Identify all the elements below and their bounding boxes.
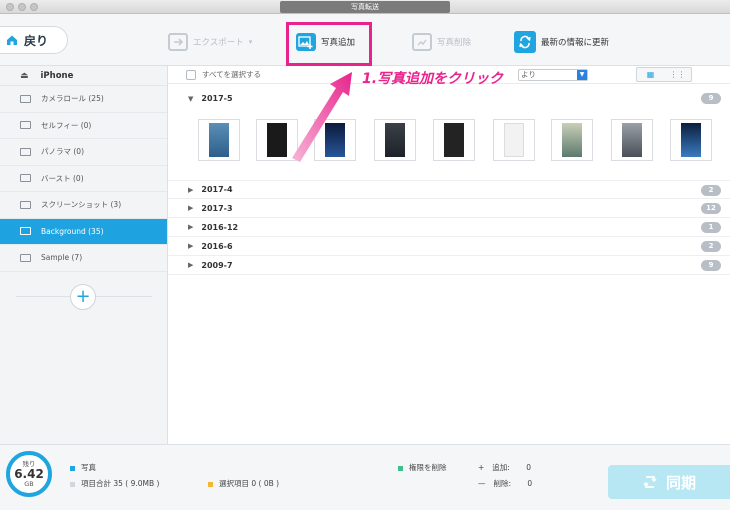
- storage-value: 6.42: [14, 467, 44, 481]
- permission-label: 権限を削除: [409, 463, 447, 472]
- permission-legend-dot: [398, 465, 403, 471]
- delete-count-value: 0: [527, 479, 533, 488]
- plus-icon: +: [478, 463, 485, 472]
- delete-count: — 削除: 0: [478, 478, 532, 489]
- storage-gauge: 残り 6.42 GB: [6, 451, 52, 497]
- sync-icon: [643, 476, 657, 488]
- callout-text: 1.写真追加をクリック: [362, 71, 504, 87]
- sync-label: 同期: [665, 473, 696, 492]
- selected-legend-dot: [208, 481, 213, 487]
- status-footer: 残り 6.42 GB 写真 項目合計 35 ( 9.0MB ) 選択項目 0 (…: [0, 444, 730, 510]
- selected-legend: 選択項目 0 ( 0B ): [208, 478, 279, 489]
- sync-button[interactable]: 同期: [608, 465, 730, 499]
- total-legend: 項目合計 35 ( 9.0MB ): [70, 478, 159, 489]
- total-label: 項目合計 35 ( 9.0MB ): [81, 479, 160, 488]
- permission-legend: 権限を削除: [398, 462, 447, 473]
- add-count-value: 0: [526, 463, 531, 472]
- selected-label: 選択項目 0 ( 0B ): [219, 479, 280, 488]
- minus-icon: —: [478, 479, 486, 488]
- photos-label: 写真: [81, 463, 96, 472]
- delete-count-label: 削除:: [493, 479, 512, 488]
- storage-unit: GB: [24, 480, 34, 488]
- total-legend-dot: [70, 481, 75, 487]
- photos-legend-dot: [70, 465, 75, 471]
- add-count: + 追加: 0: [478, 462, 531, 473]
- add-count-label: 追加:: [492, 463, 510, 472]
- photos-legend: 写真: [70, 462, 96, 473]
